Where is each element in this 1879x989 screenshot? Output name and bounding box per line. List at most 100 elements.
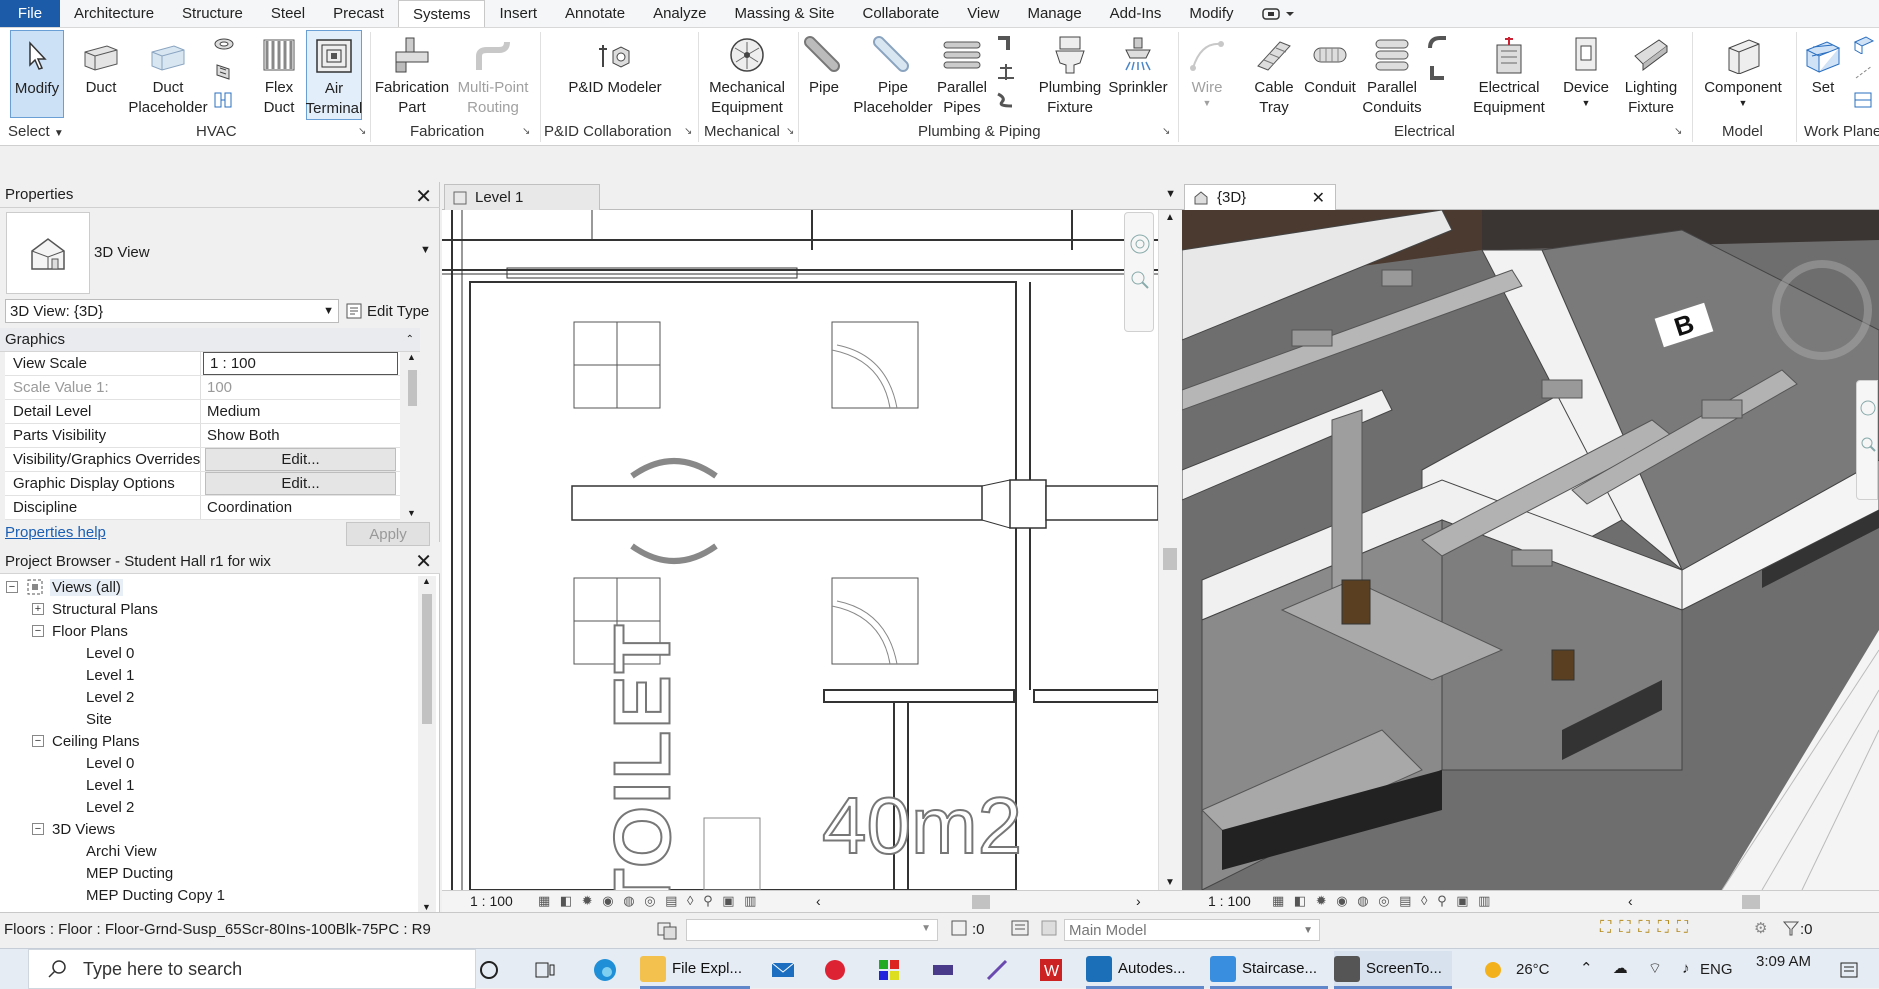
app-tool-icon[interactable]: [930, 957, 956, 987]
prop-value[interactable]: Medium: [201, 400, 400, 423]
tab-add-ins[interactable]: Add-Ins: [1096, 0, 1176, 27]
app-red-icon[interactable]: [822, 957, 848, 987]
tree-floor-plans[interactable]: − Floor Plans: [32, 620, 128, 642]
tab-precast[interactable]: Precast: [319, 0, 398, 27]
prop-parts-visibility[interactable]: Parts Visibility Show Both: [5, 424, 400, 448]
close-icon[interactable]: ✕: [415, 184, 432, 209]
flex-pipe-icon[interactable]: [994, 90, 1018, 112]
tab-manage[interactable]: Manage: [1013, 0, 1095, 27]
pipe-button[interactable]: Pipe: [800, 30, 848, 120]
prop-value[interactable]: Show Both: [201, 424, 400, 447]
taskbar-file-explorer[interactable]: File Expl...: [640, 951, 750, 989]
flex-duct-button[interactable]: Flex Duct: [252, 30, 306, 120]
modify-button[interactable]: Modify: [10, 30, 64, 118]
tree-views-all[interactable]: − Views (all): [6, 576, 123, 598]
electrical-equipment-button[interactable]: Electrical Equipment: [1464, 30, 1554, 120]
tree-ceiling-level-1[interactable]: Level 1: [86, 774, 134, 796]
taskbar-staircase[interactable]: Staircase...: [1210, 951, 1328, 989]
panel-select-label[interactable]: Select ▼: [8, 123, 64, 140]
prop-discipline[interactable]: Discipline Coordination: [5, 496, 400, 520]
duct-fitting-icon[interactable]: [212, 34, 236, 56]
design-option-dropdown[interactable]: Main Model ▼: [1064, 919, 1320, 941]
design-options-icon[interactable]: [1010, 919, 1032, 943]
view-control-icons[interactable]: ▦ ◧ ✹ ◉ ◍ ◎ ▤ ◊ ⚲ ▣ ▥: [538, 893, 759, 909]
prop-value[interactable]: Coordination: [201, 496, 400, 519]
tree-floor-site[interactable]: Site: [86, 708, 112, 730]
show-work-plane-icon[interactable]: [1852, 34, 1876, 56]
fabrication-part-button[interactable]: Fabrication Part: [372, 30, 452, 120]
wire-button[interactable]: Wire ▼: [1184, 30, 1230, 120]
prop-graphic-display[interactable]: Graphic Display Options Edit...: [5, 472, 400, 496]
scroll-thumb[interactable]: [1163, 548, 1177, 570]
set-work-plane-button[interactable]: Set: [1800, 30, 1846, 120]
prop-value[interactable]: 1 : 100: [203, 352, 398, 375]
tab-view[interactable]: View: [953, 0, 1013, 27]
ref-plane-icon[interactable]: [1852, 62, 1876, 84]
parallel-pipes-button[interactable]: Parallel Pipes: [936, 30, 988, 120]
edge-icon[interactable]: [592, 957, 618, 987]
pipe-accessory-icon[interactable]: [994, 62, 1018, 84]
tree-ceiling-level-2[interactable]: Level 2: [86, 796, 134, 818]
cable-tray-button[interactable]: Cable Tray: [1246, 30, 1302, 120]
duct-button[interactable]: Duct: [72, 30, 130, 120]
conduit-button[interactable]: Conduit: [1302, 30, 1358, 120]
worksets-icon[interactable]: [656, 919, 680, 945]
edit-type-button[interactable]: Edit Type: [346, 299, 429, 323]
horizontal-scroll-thumb[interactable]: [972, 895, 990, 909]
apply-button[interactable]: Apply: [346, 522, 430, 546]
zoom-icon[interactable]: [1859, 435, 1877, 456]
expand-icon[interactable]: +: [32, 603, 44, 615]
electrical-settings-icon[interactable]: ↘: [1674, 126, 1682, 137]
ribbon-display-toggle[interactable]: [1248, 0, 1310, 27]
convert-to-flex-icon[interactable]: [212, 90, 236, 112]
sprinkler-button[interactable]: Sprinkler: [1108, 30, 1168, 120]
tab-structure[interactable]: Structure: [168, 0, 257, 27]
editing-requests-icon[interactable]: [950, 919, 970, 943]
exclude-options-icon[interactable]: [1040, 919, 1060, 943]
temperature[interactable]: 26°C: [1516, 961, 1550, 978]
properties-help-link[interactable]: Properties help: [5, 524, 106, 541]
view-scale[interactable]: 1 : 100: [1208, 893, 1251, 909]
tree-mep-ducting-copy[interactable]: MEP Ducting Copy 1: [86, 884, 225, 906]
graphic-display-edit-button[interactable]: Edit...: [205, 472, 396, 495]
app-sketch-icon[interactable]: [984, 957, 1010, 987]
collapse-icon[interactable]: −: [32, 625, 44, 637]
pipe-placeholder-button[interactable]: Pipe Placeholder: [850, 30, 936, 120]
tree-ceiling-level-0[interactable]: Level 0: [86, 752, 134, 774]
steering-wheel-icon[interactable]: [1129, 233, 1151, 258]
prop-view-scale[interactable]: View Scale 1 : 100: [5, 352, 400, 376]
fabrication-settings-icon[interactable]: ↘: [522, 126, 530, 137]
notification-icon[interactable]: [1838, 959, 1860, 985]
plumbing-settings-icon[interactable]: ↘: [1162, 126, 1170, 137]
tab-massing-site[interactable]: Massing & Site: [720, 0, 848, 27]
tree-structural-plans[interactable]: + Structural Plans: [32, 598, 158, 620]
parallel-conduits-button[interactable]: Parallel Conduits: [1356, 30, 1428, 120]
plan-vertical-scrollbar[interactable]: ▲ ▼: [1158, 210, 1180, 890]
collapse-icon[interactable]: −: [32, 823, 44, 835]
duct-placeholder-button[interactable]: Duct Placeholder: [128, 30, 208, 120]
tab-level-1[interactable]: Level 1: [444, 184, 600, 210]
taskbar-autodesk[interactable]: Autodes...: [1086, 951, 1204, 989]
properties-scrollbar[interactable]: ▲ ▼: [405, 352, 420, 518]
scroll-left-icon[interactable]: ‹: [816, 893, 821, 909]
task-view-icon[interactable]: [534, 959, 556, 985]
tree-archi-view[interactable]: Archi View: [86, 840, 157, 862]
multi-point-routing-button[interactable]: Multi-Point Routing: [454, 30, 532, 120]
conduit-fitting-icon[interactable]: [1426, 62, 1450, 84]
active-workset-dropdown[interactable]: ▼: [686, 919, 938, 941]
instance-selector[interactable]: 3D View: {3D} ▼: [5, 299, 339, 323]
tab-3d[interactable]: {3D} ✕: [1184, 184, 1336, 210]
background-processes-icon[interactable]: ⚙: [1754, 919, 1767, 937]
collapse-icon[interactable]: −: [32, 735, 44, 747]
tray-icons[interactable]: ⌃ ☁ ⌔ ♪: [1580, 959, 1698, 978]
horizontal-scroll-thumb[interactable]: [1742, 895, 1760, 909]
pipe-fitting-icon[interactable]: [994, 34, 1018, 56]
close-icon[interactable]: ✕: [415, 549, 432, 574]
mail-icon[interactable]: [770, 957, 796, 987]
type-dropdown-icon[interactable]: ▼: [420, 244, 431, 256]
selection-filter-icons[interactable]: ⛶⛶⛶⛶⛶: [1600, 919, 1696, 937]
tab-systems[interactable]: Systems: [397, 0, 486, 27]
view-scale[interactable]: 1 : 100: [470, 893, 513, 909]
room-tag[interactable]: TOILET: [596, 622, 687, 890]
scroll-thumb[interactable]: [408, 370, 417, 406]
